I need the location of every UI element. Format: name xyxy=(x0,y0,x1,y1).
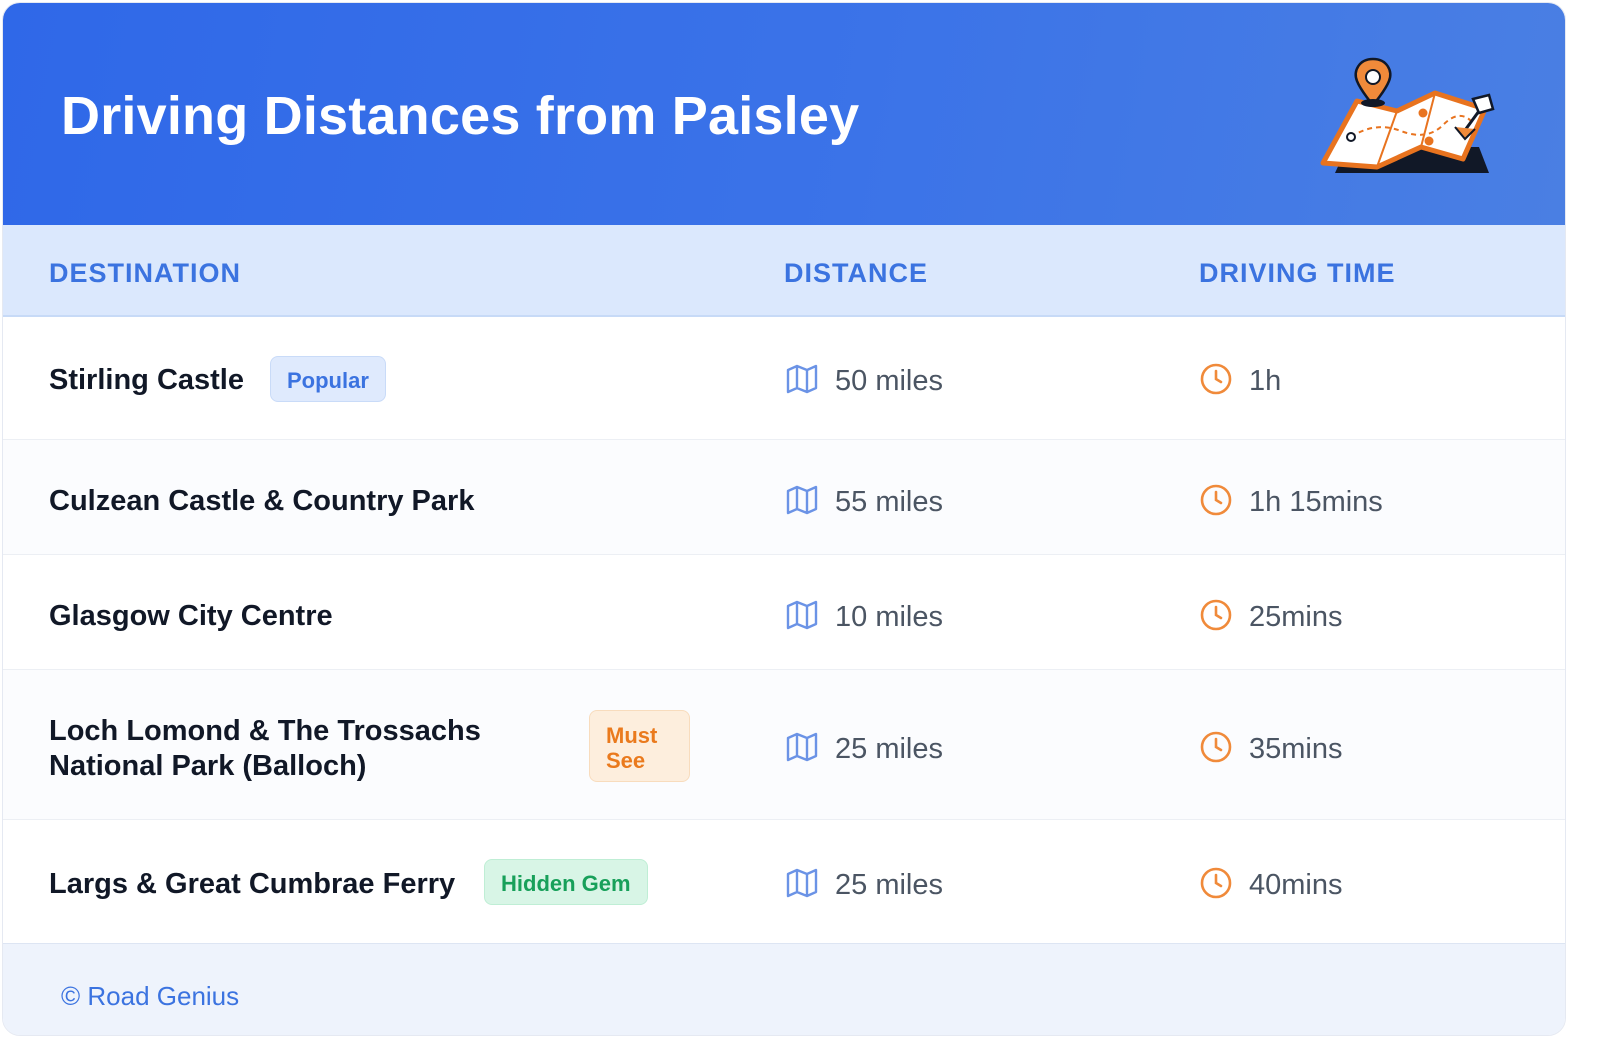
folded-map-with-pin-icon xyxy=(1320,57,1495,173)
badge-line: See xyxy=(606,748,646,773)
column-header-distance: DISTANCE xyxy=(784,258,929,288)
table-row: Culzean Castle & Country Park 55 miles 1… xyxy=(3,440,1565,555)
clock-icon xyxy=(1200,363,1232,395)
map-icon xyxy=(786,732,818,762)
distance-table-card: Driving Distances from Paisley DESTINATI… xyxy=(2,2,1566,1036)
hidden-gem-badge: Hidden Gem xyxy=(484,859,648,905)
distance-value: 25 miles xyxy=(835,869,943,901)
clock-icon xyxy=(1200,731,1232,763)
column-header-destination: DESTINATION xyxy=(49,258,241,288)
header-banner: Driving Distances from Paisley xyxy=(3,3,1565,225)
distance-value: 10 miles xyxy=(835,601,943,633)
distance-value: 50 miles xyxy=(835,365,943,397)
map-icon xyxy=(786,600,818,630)
driving-time-value: 1h xyxy=(1249,365,1282,397)
destination-name-line: National Park (Balloch) xyxy=(49,750,367,782)
column-header-driving-time: DRIVING TIME xyxy=(1199,258,1396,288)
driving-time-value: 25mins xyxy=(1249,601,1343,633)
clock-icon xyxy=(1200,867,1232,899)
destination-name: Loch Lomond & The Trossachs National Par… xyxy=(49,714,481,784)
map-icon xyxy=(786,868,818,898)
map-icon xyxy=(786,485,818,515)
popular-badge: Popular xyxy=(270,356,386,402)
map-icon xyxy=(786,364,818,394)
must-see-badge: Must See xyxy=(589,710,690,782)
clock-icon xyxy=(1200,599,1232,631)
footer: © Road Genius xyxy=(3,943,1565,1035)
distance-value: 55 miles xyxy=(835,486,943,518)
driving-time-value: 35mins xyxy=(1249,733,1343,765)
table-header-row: DESTINATION DISTANCE DRIVING TIME xyxy=(3,225,1565,317)
footer-credit-link[interactable]: © Road Genius xyxy=(61,981,239,1012)
table-row: Largs & Great Cumbrae Ferry Hidden Gem 2… xyxy=(3,820,1565,943)
table-row: Stirling Castle Popular 50 miles 1h xyxy=(3,317,1565,440)
distance-value: 25 miles xyxy=(835,733,943,765)
destination-name: Stirling Castle xyxy=(49,364,244,396)
destination-name: Culzean Castle & Country Park xyxy=(49,485,475,517)
destination-name: Largs & Great Cumbrae Ferry xyxy=(49,868,456,900)
destination-name: Glasgow City Centre xyxy=(49,600,333,632)
table-row: Loch Lomond & The Trossachs National Par… xyxy=(3,670,1565,820)
page-title: Driving Distances from Paisley xyxy=(61,86,860,146)
driving-time-value: 40mins xyxy=(1249,869,1343,901)
driving-time-value: 1h 15mins xyxy=(1249,486,1383,518)
destination-name-line: Loch Lomond & The Trossachs xyxy=(49,715,481,747)
clock-icon xyxy=(1200,484,1232,516)
table-row: Glasgow City Centre 10 miles 25mins xyxy=(3,555,1565,670)
badge-line: Must xyxy=(606,723,658,748)
